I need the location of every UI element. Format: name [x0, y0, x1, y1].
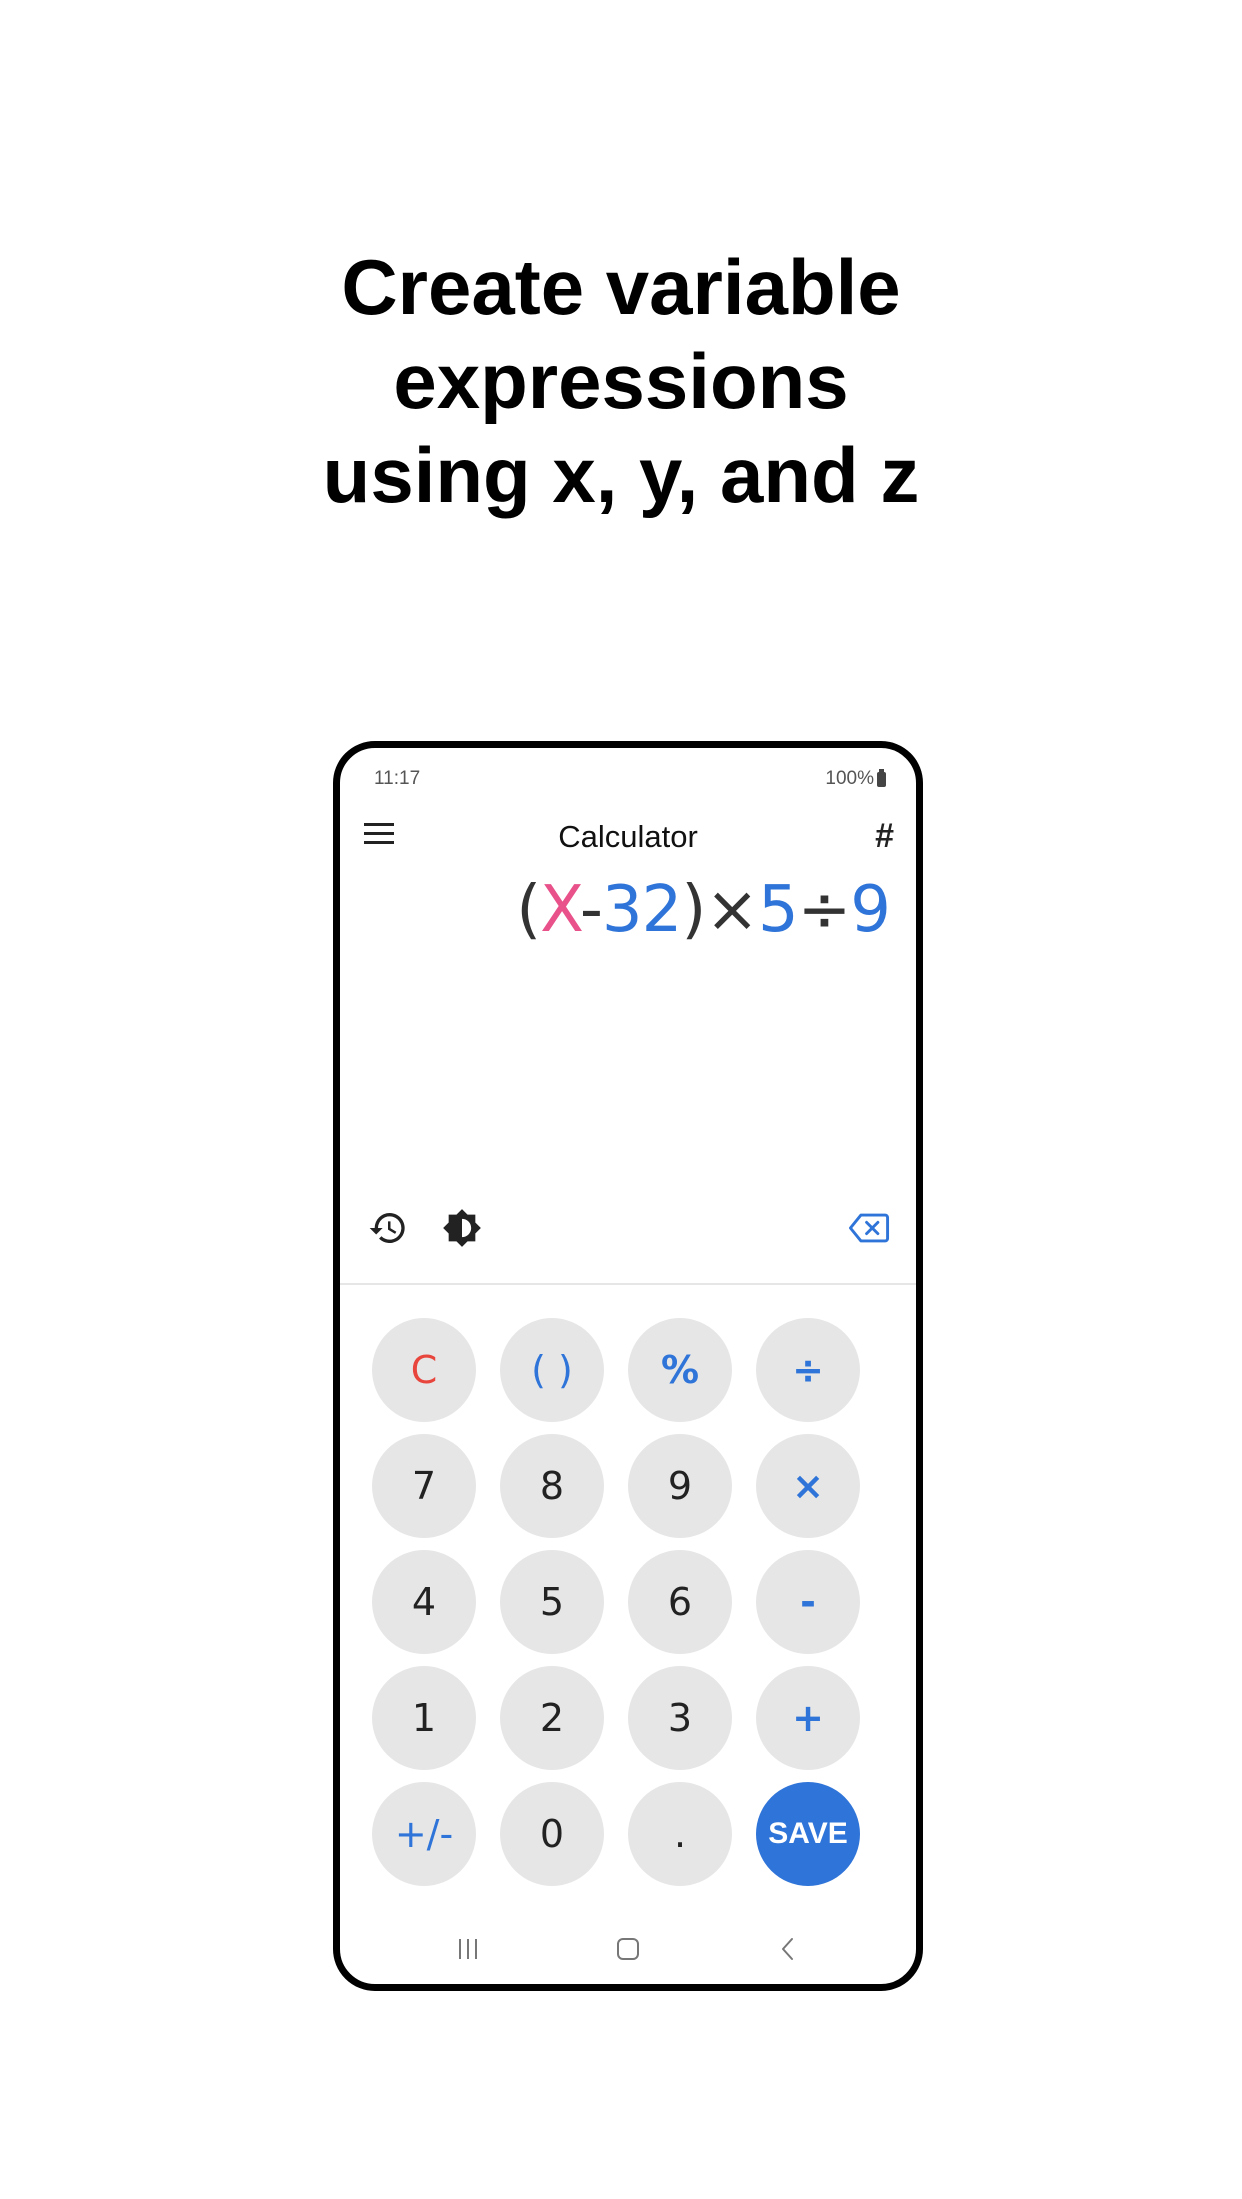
headline-line-1: Create variable [341, 243, 901, 331]
digit-9-button[interactable]: 9 [628, 1434, 732, 1538]
status-battery: 100% [825, 768, 886, 790]
digit-7-button[interactable]: 7 [372, 1434, 476, 1538]
expression-token: ) [681, 873, 706, 947]
divider [340, 1283, 916, 1285]
minus-button[interactable]: - [756, 1550, 860, 1654]
headline-line-2: expressions [393, 337, 849, 425]
recents-icon[interactable] [448, 1934, 488, 1964]
digit-0-button[interactable]: 0 [500, 1782, 604, 1886]
expression-token: ( [516, 873, 541, 947]
plus-button[interactable]: + [756, 1666, 860, 1770]
keypad: C( )% ÷ 7 8 9 × 4 5 6- 1 2 3 + +/- 0. SAVE [372, 1318, 888, 1886]
home-icon[interactable] [608, 1934, 648, 1964]
percent-button[interactable]: % [628, 1318, 732, 1422]
digit-4-button[interactable]: 4 [372, 1550, 476, 1654]
digit-6-button[interactable]: 6 [628, 1550, 732, 1654]
status-time: 11:17 [374, 768, 421, 789]
digit-5-button[interactable]: 5 [500, 1550, 604, 1654]
headline-line-3: using x, y, and z [322, 431, 920, 519]
expression-token: × [705, 873, 759, 947]
status-bar: 11:17 100% [340, 748, 916, 790]
navigation-bar [340, 1914, 916, 1984]
expression-token: - [579, 873, 603, 947]
expression-token: 32 [601, 873, 682, 947]
save-button[interactable]: SAVE [756, 1782, 860, 1886]
expression-display[interactable]: (X-32)×5÷9 [516, 870, 891, 950]
expression-token: X [540, 873, 581, 947]
brightness-icon[interactable] [442, 1208, 482, 1248]
history-icon[interactable] [368, 1208, 408, 1248]
back-icon[interactable] [768, 1934, 808, 1964]
battery-percent: 100% [825, 768, 874, 789]
app-title: Calculator [558, 819, 698, 854]
expression-token: 9 [850, 873, 891, 947]
phone-frame: 11:17 100% Calculator # (X-32)×5÷9 C( )%… [333, 741, 923, 1991]
digit-2-button[interactable]: 2 [500, 1666, 604, 1770]
digit-3-button[interactable]: 3 [628, 1666, 732, 1770]
multiply-button[interactable]: × [756, 1434, 860, 1538]
clear-button[interactable]: C [372, 1318, 476, 1422]
sign-toggle-button[interactable]: +/- [372, 1782, 476, 1886]
tools-row [340, 1200, 916, 1260]
battery-icon [877, 768, 886, 787]
expression-token: 5 [757, 873, 799, 947]
digit-8-button[interactable]: 8 [500, 1434, 604, 1538]
headline: Create variable expressions using x, y, … [0, 240, 1242, 522]
parentheses-button[interactable]: ( ) [500, 1318, 604, 1422]
digit-1-button[interactable]: 1 [372, 1666, 476, 1770]
backspace-icon[interactable] [848, 1208, 890, 1248]
decimal-button[interactable]: . [628, 1782, 732, 1886]
expression-token: ÷ [797, 873, 852, 947]
divide-button[interactable]: ÷ [756, 1318, 860, 1422]
hash-icon[interactable]: # [875, 817, 894, 856]
app-bar: Calculator # [340, 803, 916, 873]
